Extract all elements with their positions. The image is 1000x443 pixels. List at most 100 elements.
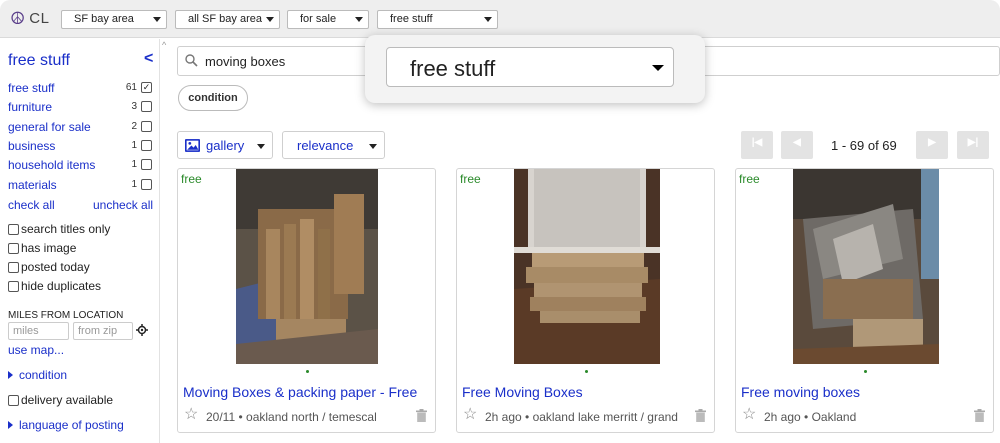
uncheck-all-link[interactable]: uncheck all — [93, 198, 153, 212]
favorite-star-icon[interactable]: ☆ — [184, 407, 198, 423]
option-delivery-available[interactable]: delivery available — [8, 393, 113, 407]
category-select-value: free stuff — [390, 13, 433, 25]
category-checkbox[interactable] — [141, 179, 152, 190]
listing-date: 20/11 — [206, 410, 236, 424]
listing-location: oakland north / temescal — [246, 410, 377, 424]
checkbox[interactable] — [8, 223, 19, 235]
next-page-icon: ▶ — [928, 137, 936, 148]
gallery-view-dropdown[interactable]: gallery — [177, 131, 273, 159]
checkbox[interactable] — [8, 280, 19, 292]
category-business[interactable]: business 1 — [8, 139, 153, 155]
prev-page-icon: ◀ — [793, 137, 801, 148]
filter-sidebar: free stuff < free stuff 61 ✓ furniture 3… — [0, 39, 160, 443]
trash-icon[interactable] — [974, 409, 985, 422]
option-label: has image — [21, 241, 77, 255]
miles-from-location-label: MILES FROM LOCATION — [8, 310, 124, 321]
category-checkbox[interactable] — [141, 121, 152, 132]
chevron-down-icon — [257, 144, 265, 149]
sort-label: relevance — [297, 138, 354, 153]
condition-filter-pill[interactable]: condition — [178, 85, 248, 111]
first-page-button[interactable]: |◀ — [741, 131, 773, 159]
category-select-large[interactable]: free stuff — [386, 47, 674, 87]
language-filter-toggle[interactable]: language of posting — [8, 418, 124, 432]
option-search-titles-only[interactable]: search titles only — [8, 222, 110, 236]
category-checkbox[interactable] — [141, 140, 152, 151]
listing-date: 2h ago — [485, 410, 522, 424]
region-select[interactable]: SF bay area — [61, 10, 167, 29]
locate-me-icon[interactable] — [136, 324, 148, 336]
trash-icon[interactable] — [416, 409, 427, 422]
last-page-button[interactable]: ▶| — [957, 131, 989, 159]
condition-filter-toggle[interactable]: condition — [8, 368, 67, 382]
checkbox[interactable] — [8, 261, 19, 273]
image-indicator-dot[interactable] — [306, 370, 309, 373]
price-label: free — [460, 172, 481, 186]
prev-page-button[interactable]: ◀ — [781, 131, 813, 159]
category-checkbox[interactable]: ✓ — [141, 82, 152, 93]
checkbox[interactable] — [8, 394, 19, 406]
category-count: 61 — [125, 82, 137, 93]
option-label: delivery available — [21, 393, 114, 407]
image-indicator-dot[interactable] — [864, 370, 867, 373]
listing-meta: 2h ago • oakland lake merritt / grand — [485, 410, 678, 424]
category-general-for-sale[interactable]: general for sale 2 — [8, 120, 153, 136]
checkbox[interactable] — [8, 242, 19, 254]
sort-dropdown[interactable]: relevance — [282, 131, 385, 159]
chevron-down-icon — [652, 65, 664, 71]
category-checkbox[interactable] — [141, 159, 152, 170]
next-page-button[interactable]: ▶ — [916, 131, 948, 159]
listing-card[interactable]: free Free moving boxes ☆ 2h ago • Oaklan… — [735, 168, 994, 433]
category-select[interactable]: free stuff — [377, 10, 498, 29]
category-label: general for sale — [8, 120, 91, 134]
zip-input[interactable]: from zip — [73, 322, 133, 340]
collapse-sidebar-button[interactable]: < — [144, 50, 153, 68]
scroll-up-icon[interactable]: ^ — [162, 40, 166, 50]
gallery-label: gallery — [206, 138, 245, 153]
favorite-star-icon[interactable]: ☆ — [742, 407, 756, 423]
section-select[interactable]: for sale — [287, 10, 369, 29]
price-label: free — [181, 172, 202, 186]
use-map-link[interactable]: use map... — [8, 343, 64, 357]
listing-location: Oakland — [811, 410, 857, 424]
category-count: 1 — [131, 179, 137, 190]
listing-card[interactable]: free Free Moving Boxes ☆ 2h ago • oaklan… — [456, 168, 715, 433]
category-checkbox[interactable] — [141, 101, 152, 112]
image-indicator-dot[interactable] — [585, 370, 588, 373]
category-label: free stuff — [8, 81, 55, 95]
option-hide-duplicates[interactable]: hide duplicates — [8, 279, 101, 293]
home-logo[interactable]: ☮ CL — [10, 10, 49, 27]
category-free-stuff[interactable]: free stuff 61 ✓ — [8, 81, 153, 97]
option-label: hide duplicates — [21, 279, 102, 293]
favorite-star-icon[interactable]: ☆ — [463, 407, 477, 423]
search-input[interactable]: moving boxes — [205, 54, 285, 69]
listing-photo[interactable] — [236, 169, 378, 364]
option-posted-today[interactable]: posted today — [8, 260, 90, 274]
category-household-items[interactable]: household items 1 — [8, 158, 153, 174]
listing-card[interactable]: free Moving Boxes & packing paper - Free… — [177, 168, 436, 433]
condition-label: condition — [19, 368, 68, 382]
category-select-zoom: free stuff — [365, 35, 705, 103]
category-count: 2 — [131, 121, 137, 132]
peace-icon: ☮ — [10, 9, 26, 28]
listing-title[interactable]: Free moving boxes — [741, 384, 860, 400]
option-label: posted today — [21, 260, 90, 274]
check-all-link[interactable]: check all — [8, 198, 55, 212]
listing-photo[interactable] — [793, 169, 939, 364]
listing-photo[interactable] — [514, 169, 660, 364]
listing-title[interactable]: Moving Boxes & packing paper - Free — [183, 384, 417, 400]
category-label: household items — [8, 158, 96, 172]
option-has-image[interactable]: has image — [8, 241, 76, 255]
subregion-select[interactable]: all SF bay area — [175, 10, 280, 29]
trash-icon[interactable] — [695, 409, 706, 422]
category-furniture[interactable]: furniture 3 — [8, 100, 153, 116]
language-label: language of posting — [19, 418, 124, 432]
listing-meta: 20/11 • oakland north / temescal — [206, 410, 377, 424]
category-materials[interactable]: materials 1 — [8, 178, 153, 194]
miles-input[interactable]: miles — [8, 322, 69, 340]
chevron-down-icon — [153, 17, 161, 22]
logo-text: CL — [29, 10, 50, 27]
pagination-range: 1 - 69 of 69 — [831, 138, 897, 153]
listing-title[interactable]: Free Moving Boxes — [462, 384, 583, 400]
category-label: business — [8, 139, 56, 153]
price-label: free — [739, 172, 760, 186]
